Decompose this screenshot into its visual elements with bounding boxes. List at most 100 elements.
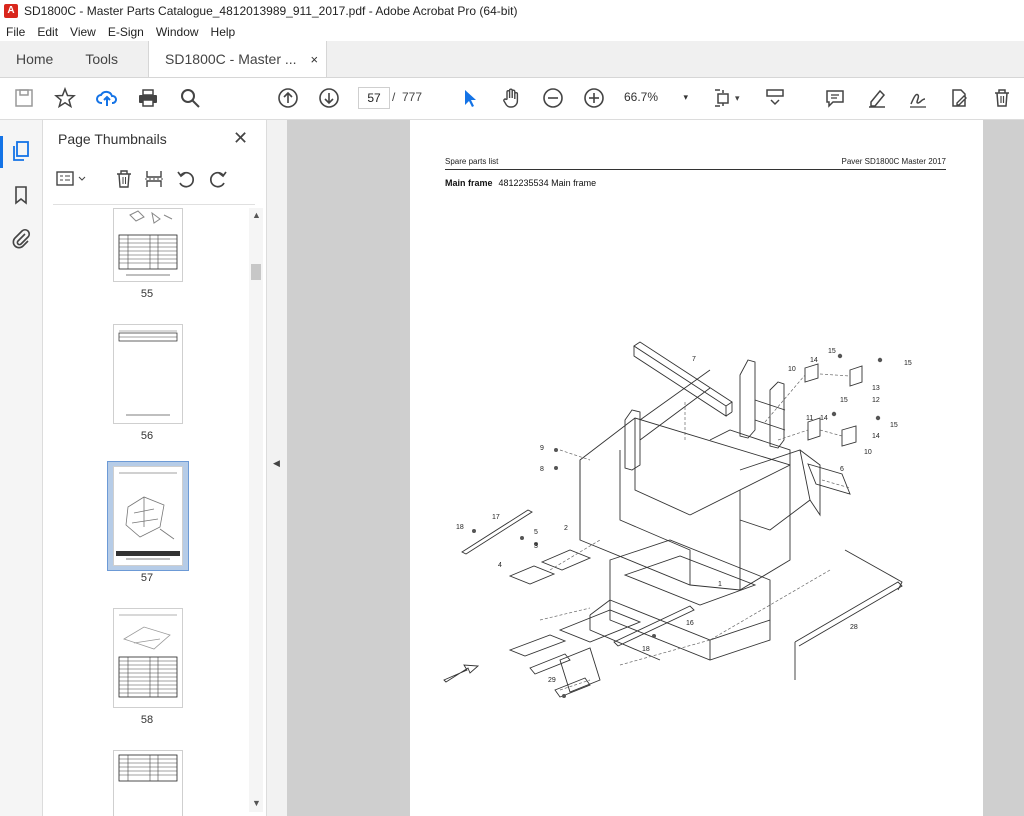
callout-4: 4: [498, 562, 502, 569]
zoom-value: 66.7%: [624, 90, 659, 104]
search-icon[interactable]: [178, 86, 202, 110]
hand-tool-icon[interactable]: [499, 86, 523, 110]
cloud-upload-icon[interactable]: [95, 86, 119, 110]
thumbnail-label-55: 55: [140, 288, 154, 300]
fit-page-chevron-icon[interactable]: ▾: [735, 93, 743, 103]
callout-15c: 15: [840, 397, 848, 404]
thumbnail-page-59[interactable]: [113, 750, 183, 816]
thumbnail-58-preview: [118, 614, 178, 698]
callout-12: 12: [872, 397, 880, 404]
zoom-in-icon[interactable]: [582, 86, 606, 110]
callout-29: 29: [548, 677, 556, 684]
callout-13: 13: [872, 385, 880, 392]
tab-tools[interactable]: Tools: [69, 41, 134, 77]
extract-page-icon[interactable]: [143, 168, 165, 190]
collapse-panel-icon[interactable]: ◀: [273, 458, 280, 469]
thumbnail-options-icon[interactable]: [55, 168, 89, 190]
tab-home[interactable]: Home: [0, 41, 69, 77]
thumbnail-page-57[interactable]: [113, 466, 183, 566]
callout-17: 17: [492, 514, 500, 521]
page-thumbnails-icon[interactable]: [10, 140, 32, 162]
menu-help[interactable]: Help: [205, 25, 242, 39]
menu-file[interactable]: File: [0, 25, 31, 39]
rotate-left-icon[interactable]: [175, 168, 197, 190]
panel-collapse-strip[interactable]: ◀: [266, 120, 287, 816]
callout-14b: 14: [820, 415, 828, 422]
callout-1: 1: [718, 581, 722, 588]
menu-esign[interactable]: E-Sign: [102, 25, 150, 39]
callout-10b: 10: [864, 449, 872, 456]
callout-10a: 10: [788, 366, 796, 373]
sign-icon[interactable]: [906, 86, 930, 110]
thumbnail-56-preview: [118, 330, 178, 416]
tab-bar: Home Tools SD1800C - Master ... ×: [0, 41, 1024, 78]
thumbnail-55-preview: [118, 210, 178, 276]
comment-icon[interactable]: [823, 86, 847, 110]
edit-pdf-icon[interactable]: [947, 86, 971, 110]
delete-icon[interactable]: [990, 86, 1014, 110]
page-number-input[interactable]: 57: [358, 87, 390, 109]
thumbnail-label-56: 56: [140, 430, 154, 442]
previous-page-icon[interactable]: [276, 86, 300, 110]
thumbnail-label-58: 58: [140, 714, 154, 726]
thumbnail-scrollbar[interactable]: ▲ ▼: [249, 208, 263, 812]
menu-view[interactable]: View: [64, 25, 102, 39]
callout-16: 16: [686, 620, 694, 627]
highlight-pen-icon[interactable]: [865, 86, 889, 110]
zoom-select[interactable]: 66.7% ▾: [624, 87, 688, 107]
callout-2: 2: [564, 525, 568, 532]
callout-18a: 18: [456, 524, 464, 531]
delete-page-icon[interactable]: [113, 168, 135, 190]
thumbnail-57-preview: [116, 472, 180, 560]
scroll-mode-icon[interactable]: [763, 86, 787, 110]
thumbnail-59-preview: [118, 754, 178, 782]
callout-8: 8: [540, 466, 544, 473]
scroll-down-icon[interactable]: ▼: [252, 798, 261, 808]
left-navigation-rail: [0, 120, 43, 816]
callout-14a: 14: [810, 357, 818, 364]
callout-6: 6: [840, 466, 844, 473]
panel-close-icon[interactable]: ✕: [233, 128, 248, 149]
select-cursor-icon[interactable]: [458, 86, 482, 110]
bookmarks-icon[interactable]: [10, 184, 32, 206]
rotate-right-icon[interactable]: [207, 168, 229, 190]
page-thumbnails-panel: Page Thumbnails ✕ 55 56 57 58 ▲ ▼: [43, 120, 265, 816]
callout-9: 9: [540, 445, 544, 452]
callout-7: 7: [692, 356, 696, 363]
thumbnail-page-56[interactable]: [113, 324, 183, 424]
tab-document[interactable]: SD1800C - Master ... ×: [148, 41, 328, 77]
callout-15b: 15: [904, 360, 912, 367]
callout-3: 3: [534, 543, 538, 550]
thumbnail-page-58[interactable]: [113, 608, 183, 708]
page-total: 777: [402, 90, 423, 104]
bookmark-star-icon[interactable]: [53, 86, 77, 110]
thumbnail-page-55[interactable]: [113, 208, 183, 282]
fit-page-icon[interactable]: [711, 86, 735, 110]
panel-divider: [53, 204, 255, 205]
next-page-icon[interactable]: [317, 86, 341, 110]
callout-18b: 18: [642, 646, 650, 653]
panel-toolbar: [55, 168, 255, 192]
print-icon[interactable]: [136, 86, 160, 110]
page-separator: /: [392, 90, 396, 104]
callout-15a: 15: [828, 348, 836, 355]
document-viewport[interactable]: Spare parts list Paver SD1800C Master 20…: [287, 120, 1024, 816]
scroll-up-icon[interactable]: ▲: [252, 210, 261, 220]
acrobat-app-icon: A: [4, 4, 18, 18]
title-bar: A SD1800C - Master Parts Catalogue_48120…: [0, 0, 1024, 22]
callout-28: 28: [850, 624, 858, 631]
rail-active-indicator: [0, 136, 3, 168]
attachments-icon[interactable]: [10, 227, 32, 249]
tab-document-label: SD1800C - Master ...: [165, 51, 297, 67]
menu-edit[interactable]: Edit: [31, 25, 64, 39]
panel-title: Page Thumbnails: [58, 131, 167, 147]
menu-window[interactable]: Window: [150, 25, 205, 39]
exploded-parts-drawing: 7 14 15 15 10 13 12 14 15 11 14 15 10 9 …: [443, 341, 912, 698]
scrollbar-thumb[interactable]: [251, 264, 261, 280]
tab-close-icon[interactable]: ×: [311, 52, 319, 67]
document-page: Spare parts list Paver SD1800C Master 20…: [410, 120, 983, 816]
callout-15d: 15: [890, 422, 898, 429]
save-icon[interactable]: [12, 86, 36, 110]
zoom-chevron-icon: ▾: [683, 91, 688, 102]
zoom-out-icon[interactable]: [541, 86, 565, 110]
